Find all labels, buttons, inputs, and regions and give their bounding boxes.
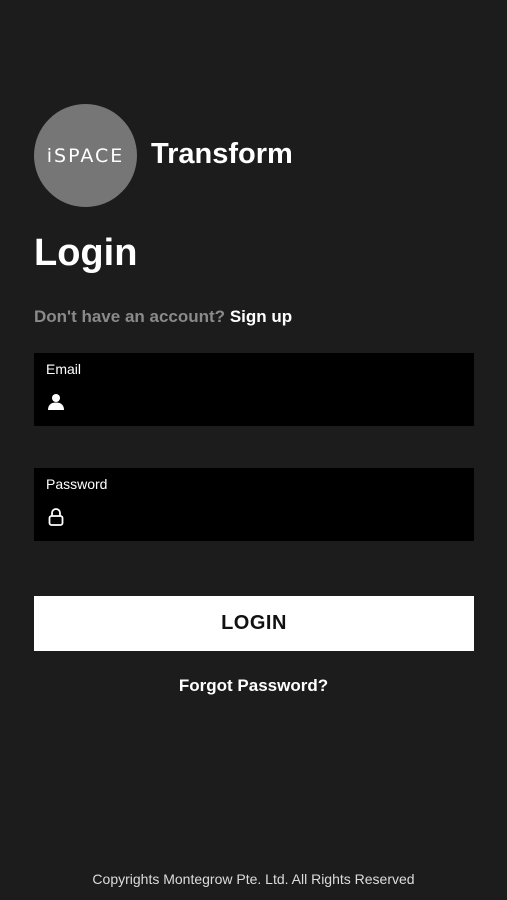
signup-link[interactable]: Sign up xyxy=(230,307,292,326)
password-label: Password xyxy=(46,476,108,492)
email-label: Email xyxy=(46,361,82,377)
password-field[interactable]: Password xyxy=(34,468,474,541)
page-title: Login xyxy=(34,232,138,274)
ispace-logo: iSPACE xyxy=(34,104,137,207)
email-field[interactable]: Email xyxy=(34,353,474,426)
email-input[interactable] xyxy=(76,389,461,415)
login-button[interactable]: LOGIN xyxy=(34,596,474,651)
brand-header: iSPACE Transform xyxy=(34,104,293,207)
lock-icon xyxy=(46,507,66,527)
footer-copyright: Copyrights Montegrow Pte. Ltd. All Right… xyxy=(92,871,415,887)
signup-line: Don't have an account? Sign up xyxy=(34,307,292,327)
user-icon xyxy=(46,392,66,412)
signup-prompt: Don't have an account? xyxy=(34,307,226,326)
password-input[interactable] xyxy=(76,504,461,530)
forgot-password-link[interactable]: Forgot Password? xyxy=(0,676,507,696)
logo-text: iSPACE xyxy=(46,144,125,167)
app-name: Transform xyxy=(151,138,293,170)
